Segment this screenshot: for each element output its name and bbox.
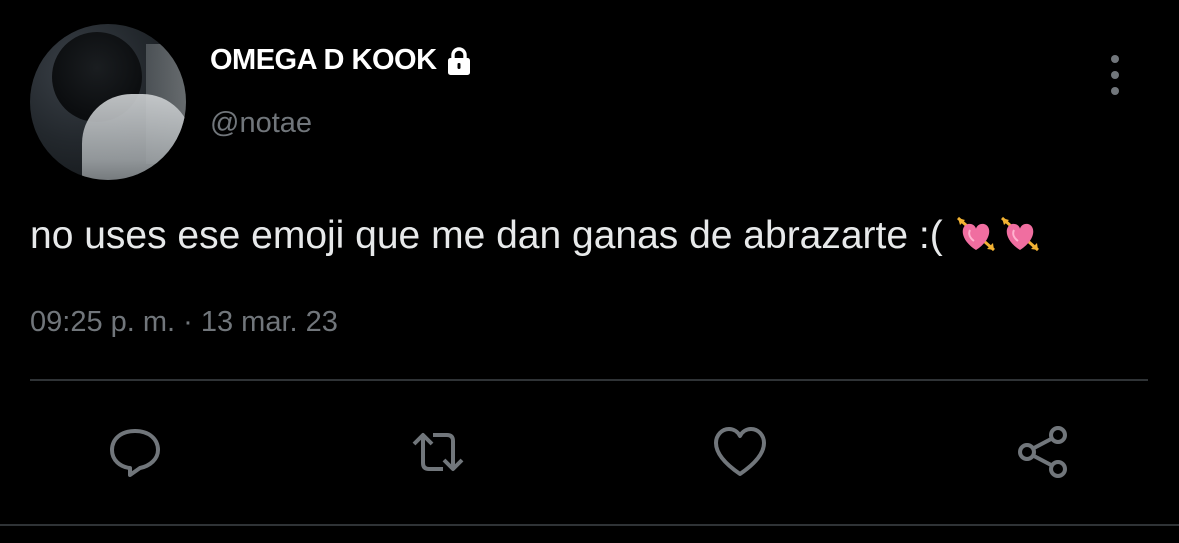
tweet-timestamp[interactable]: 09:25 p. m. · 13 mar. 23 [30, 306, 338, 339]
more-dot [1111, 87, 1119, 95]
reply-button[interactable] [103, 420, 167, 484]
tweet-text: no uses ese emoji que me dan ganas de ab… [30, 214, 943, 257]
heart-with-arrow-emoji-icon [956, 216, 995, 252]
more-dot [1111, 55, 1119, 63]
share-icon [1018, 426, 1067, 478]
action-bar [0, 420, 1179, 484]
more-dot [1111, 71, 1119, 79]
avatar-body [82, 94, 186, 180]
heart-with-arrow-emoji-icon [1000, 216, 1039, 252]
like-button[interactable] [708, 420, 772, 484]
tweet-body: no uses ese emoji que me dan ganas de ab… [30, 212, 1170, 260]
bottom-divider [0, 524, 1179, 526]
heart-outline-icon [714, 427, 766, 476]
avatar[interactable] [30, 24, 186, 180]
author-handle[interactable]: @notae [210, 107, 312, 140]
more-options-icon[interactable] [1102, 55, 1128, 95]
author-name-row[interactable]: OMEGA D KOOK [210, 44, 475, 77]
display-name[interactable]: OMEGA D KOOK [210, 44, 437, 77]
lock-icon [447, 46, 470, 75]
retweet-button[interactable] [406, 420, 470, 484]
divider [30, 379, 1148, 381]
share-button[interactable] [1011, 420, 1075, 484]
speech-bubble-icon [110, 429, 160, 477]
retweet-icon [412, 433, 464, 471]
